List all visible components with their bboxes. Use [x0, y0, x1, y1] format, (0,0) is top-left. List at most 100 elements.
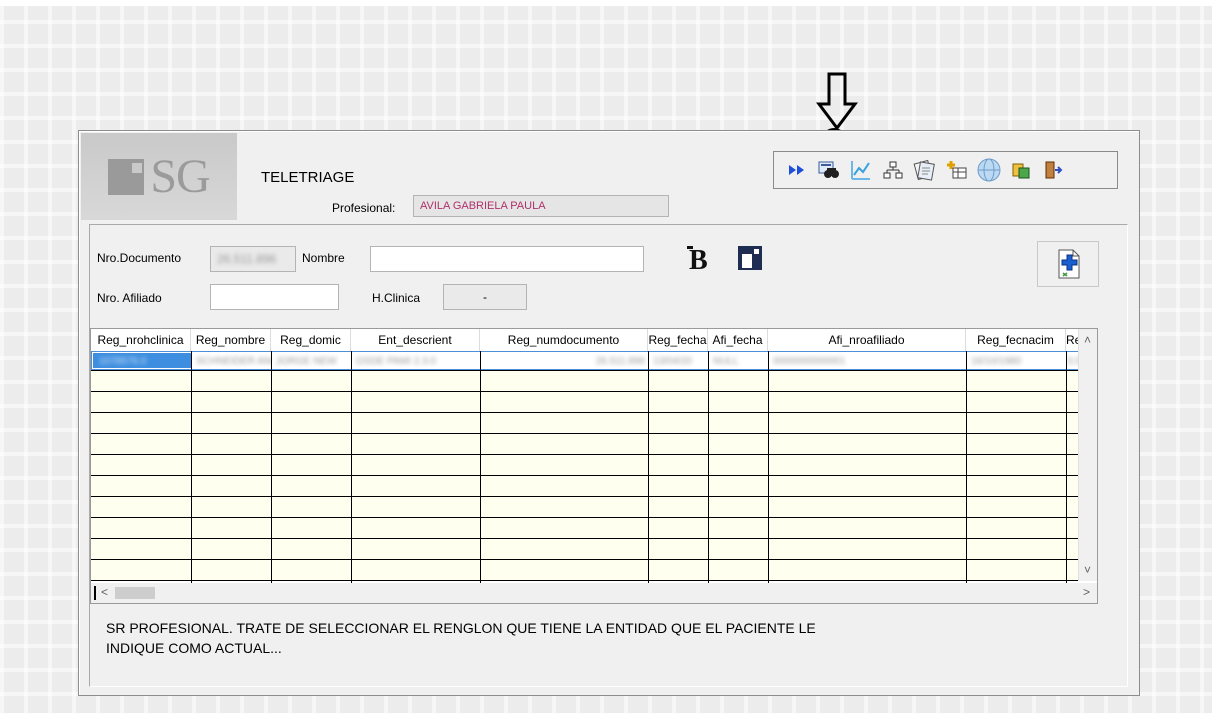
chart-button[interactable]	[848, 157, 874, 183]
cell-text: OSDE PAMI 2.3.0	[356, 356, 436, 367]
col-header-reg-fecnacim[interactable]: Reg_fecnacim	[966, 329, 1066, 351]
fast-forward-button[interactable]	[784, 157, 810, 183]
nro-afiliado-label-text: Nro. Afiliado	[97, 291, 162, 305]
col-header-reg-nombre[interactable]: Reg_nombre	[191, 329, 271, 351]
hclinica-field: -	[443, 284, 527, 310]
col-divider	[768, 351, 769, 583]
exit-button[interactable]	[1040, 157, 1066, 183]
caret-marker	[94, 586, 96, 600]
profesional-field: AVILA GABRIELA PAULA	[413, 195, 669, 217]
fast-forward-icon	[789, 165, 804, 175]
col-divider	[708, 351, 709, 583]
row-divider	[91, 517, 1079, 518]
table-cell[interactable]: 26.511.896	[481, 353, 649, 368]
logo-mark-icon	[108, 158, 145, 195]
search-button[interactable]	[816, 157, 842, 183]
col-divider	[480, 351, 481, 583]
isg-logo: SG	[81, 133, 237, 220]
add-table-icon	[947, 161, 967, 179]
hierarchy-icon	[883, 161, 903, 179]
nombre-field[interactable]	[370, 246, 644, 272]
table-cell[interactable]: SCHNEIDER ANA	[192, 353, 272, 368]
copy-button[interactable]	[1008, 157, 1034, 183]
cell-text: SCHNEIDER ANA	[196, 356, 272, 367]
col-header-reg-nrohclinica[interactable]: Reg_nrohclinica	[91, 329, 191, 351]
cell-text: NULL	[713, 356, 739, 367]
row-divider	[91, 496, 1079, 497]
top-strip	[0, 0, 1212, 6]
col-header-ent-descrient[interactable]: Ent_descrient	[351, 329, 480, 351]
scroll-down-icon[interactable]: ˅	[1084, 563, 1091, 577]
col-header-reg-fecha[interactable]: Reg_fecha	[648, 329, 708, 351]
col-header-afi-fecha[interactable]: Afi_fecha	[708, 329, 768, 351]
globe-button[interactable]	[976, 157, 1002, 183]
notes-icon	[913, 159, 935, 181]
notes-button[interactable]	[912, 157, 938, 183]
col-header-afi-nroafiliado[interactable]: Afi_nroafiliado	[768, 329, 966, 351]
row-divider	[91, 475, 1079, 476]
chart-icon	[851, 161, 870, 180]
table-cell[interactable]: NULL	[709, 353, 769, 368]
hierarchy-button[interactable]	[880, 157, 906, 183]
row-divider	[91, 391, 1079, 392]
table-row-selected[interactable]: 1078576.0 SCHNEIDER ANA JORGE NEW OSDE P…	[91, 351, 1079, 370]
selected-cell-nrohclinica[interactable]: 1078576.0	[93, 353, 191, 368]
col-divider	[351, 351, 352, 583]
isg-button[interactable]	[735, 243, 765, 273]
cell-text: 16/10/1980	[971, 356, 1022, 367]
teletriage-window: SG TELETRIAGE Profesional: AVILA GABRIEL…	[78, 130, 1140, 696]
scroll-up-icon[interactable]: ˄	[1084, 333, 1091, 347]
scroll-right-icon[interactable]: >	[1083, 585, 1090, 599]
grid-rows: 1078576.0 SCHNEIDER ANA JORGE NEW OSDE P…	[91, 351, 1079, 583]
hclinica-label-text: H.Clinica	[372, 291, 421, 305]
isg-mark-icon	[738, 246, 762, 270]
patients-grid[interactable]: Reg_nrohclinica Reg_nombre Reg_domic Ent…	[90, 328, 1098, 604]
horizontal-scrollbar[interactable]: < >	[91, 583, 1097, 603]
table-cell[interactable]: 13/04/20	[649, 353, 709, 368]
horizontal-scroll-thumb[interactable]	[115, 587, 155, 599]
col-divider	[966, 351, 967, 583]
search-binoculars-icon	[818, 161, 839, 178]
row-divider	[91, 454, 1079, 455]
cell-text: 1078576.0	[99, 356, 147, 367]
nro-afiliado-field[interactable]	[210, 284, 339, 310]
vertical-scrollbar[interactable]: ˄ ˅	[1078, 329, 1097, 581]
b-button[interactable]: B	[685, 243, 715, 273]
row-divider	[91, 433, 1079, 434]
cell-text: JORGE NEW	[276, 356, 337, 367]
table-cell[interactable]: JORGE NEW	[272, 353, 352, 368]
hclinica-value: -	[483, 290, 487, 304]
row-divider	[91, 370, 1079, 371]
table-cell[interactable]: OSDE PAMI 2.3.0	[352, 353, 481, 368]
exit-door-icon	[1045, 161, 1063, 179]
col-header-reg-numdocumento[interactable]: Reg_numdocumento	[480, 329, 648, 351]
add-table-button[interactable]	[944, 157, 970, 183]
nro-documento-label: Nro.Documento	[97, 251, 181, 265]
nombre-label: Nombre	[302, 251, 345, 265]
profesional-label: Profesional:	[332, 201, 396, 215]
col-divider	[648, 351, 649, 583]
grid-header: Reg_nrohclinica Reg_nombre Reg_domic Ent…	[91, 329, 1079, 352]
col-divider	[271, 351, 272, 583]
copy-icon	[1012, 163, 1030, 179]
col-divider	[191, 351, 192, 583]
nro-documento-value: 26.511.896	[217, 252, 277, 266]
table-cell[interactable]: 0000000000001	[769, 353, 967, 368]
status-message: SR PROFESIONAL. TRATE DE SELECCIONAR EL …	[106, 620, 816, 656]
toolbar	[773, 151, 1118, 189]
hclinica-label: H.Clinica	[372, 291, 420, 305]
row-divider	[91, 412, 1079, 413]
row-divider	[91, 580, 1079, 581]
add-document-icon	[1058, 249, 1080, 279]
nro-documento-field[interactable]: 26.511.896	[210, 246, 296, 272]
col-header-reg-domic[interactable]: Reg_domic	[271, 329, 351, 351]
logo-text: SG	[150, 150, 210, 203]
cell-text: 0000000000001	[773, 356, 846, 367]
globe-icon	[977, 158, 1001, 182]
svg-text:B: B	[689, 245, 708, 272]
window-title: TELETRIAGE	[261, 169, 355, 186]
scroll-left-icon[interactable]: <	[101, 585, 108, 599]
table-cell[interactable]: 16/10/1980	[967, 353, 1067, 368]
add-document-button[interactable]	[1037, 241, 1099, 287]
col-divider	[1066, 351, 1067, 583]
